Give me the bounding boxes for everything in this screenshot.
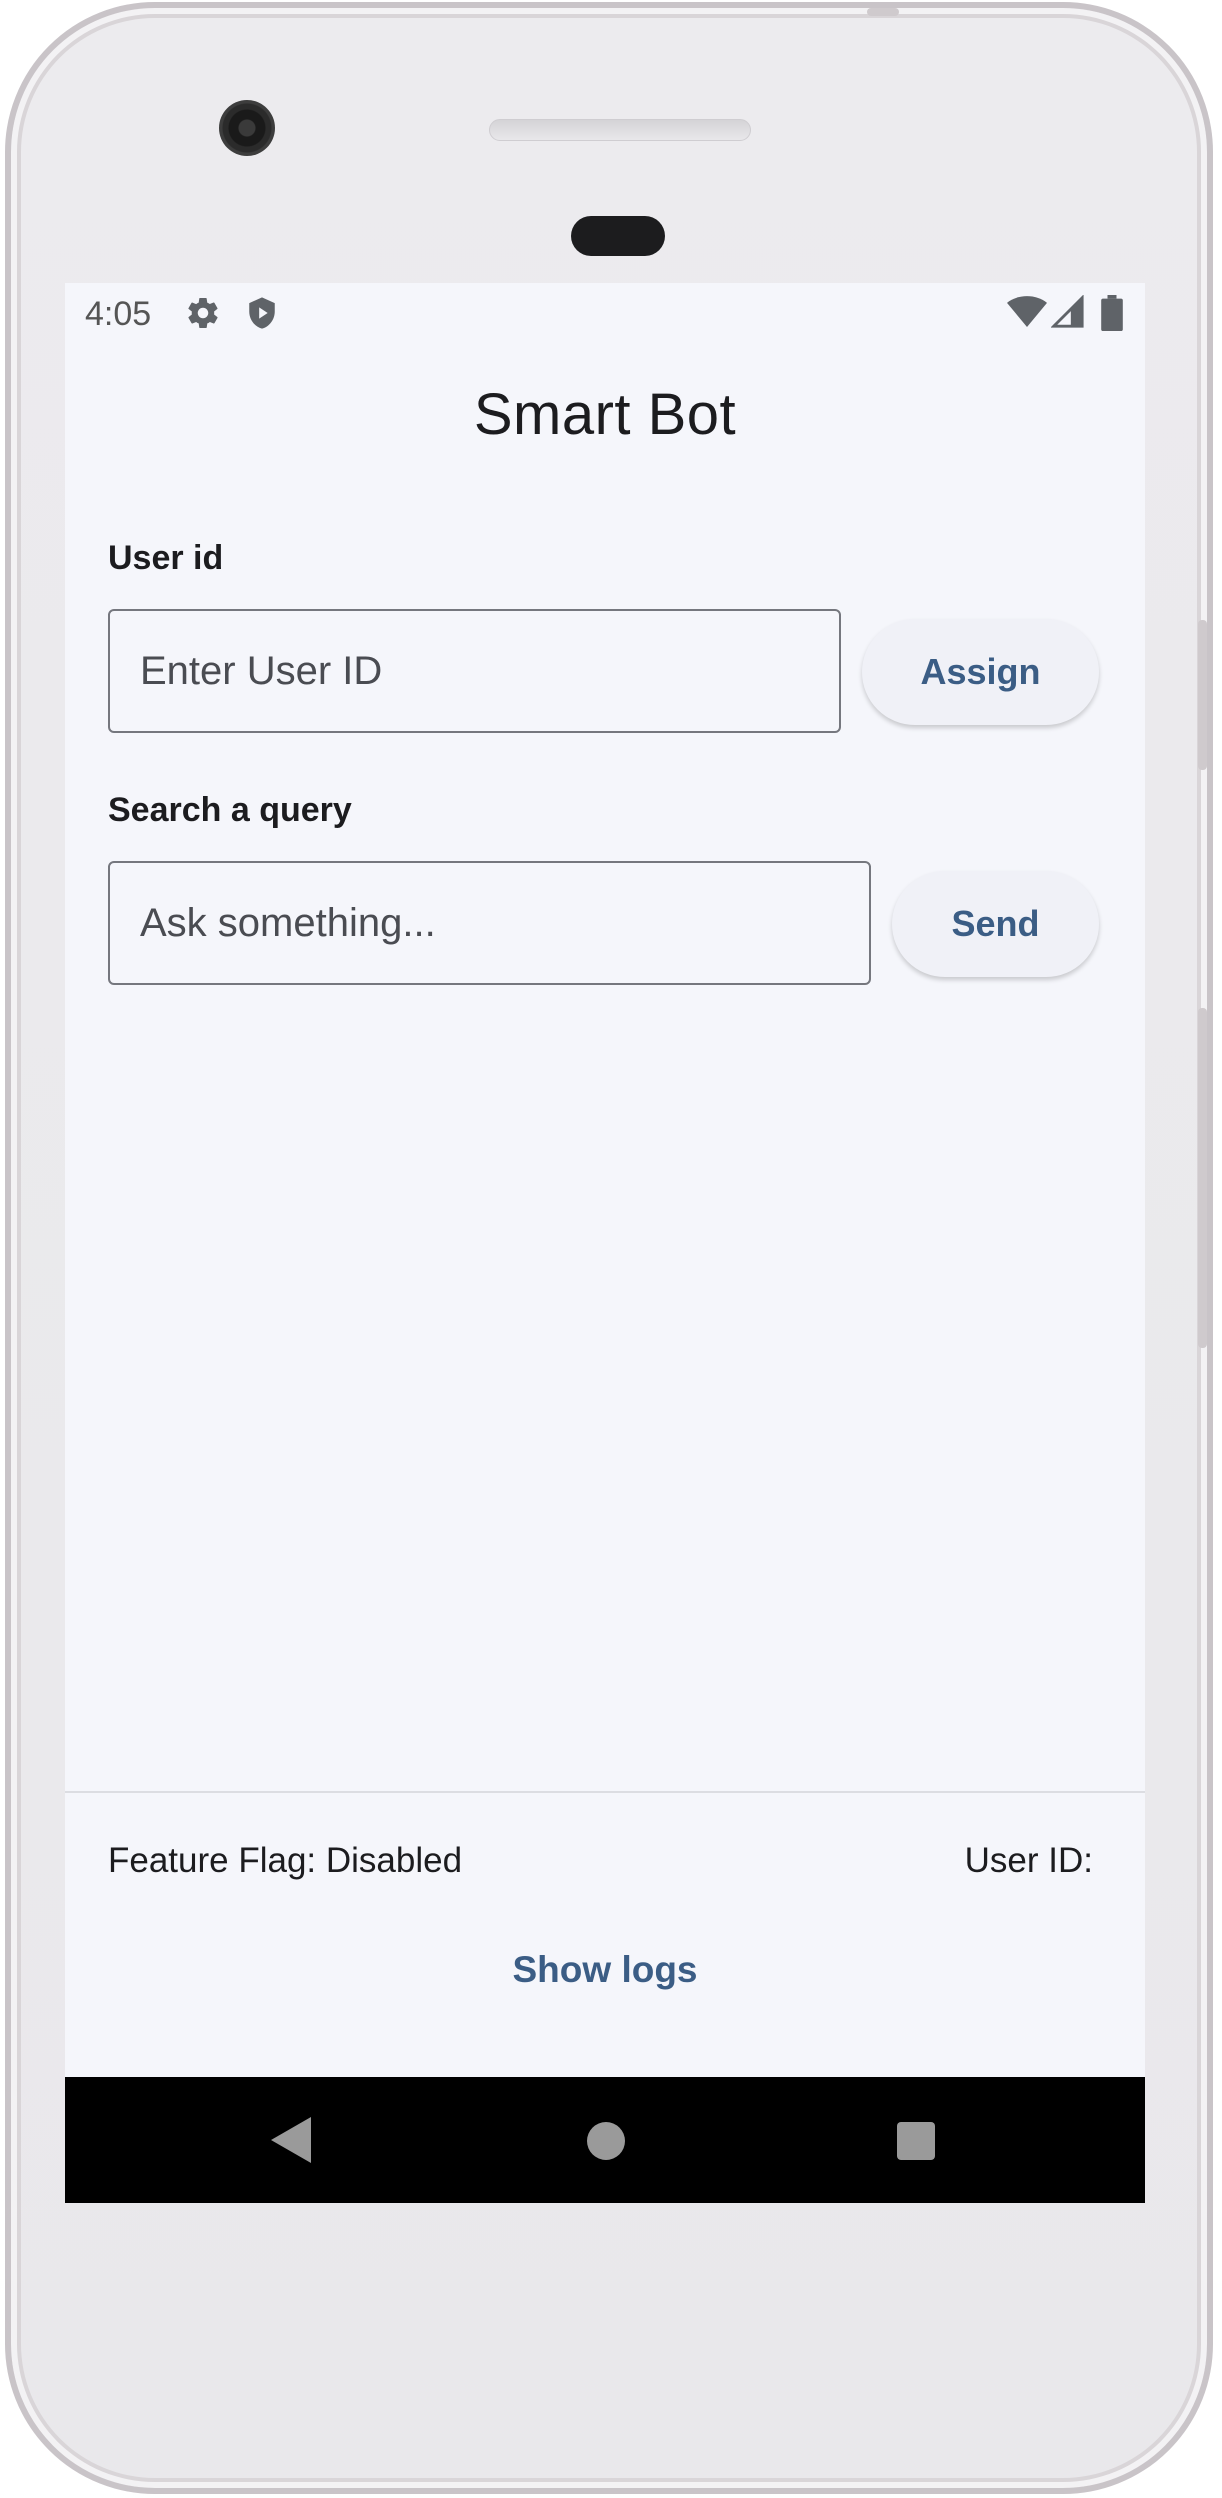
front-camera — [219, 100, 275, 156]
recents-icon[interactable] — [897, 2122, 935, 2160]
user-id-placeholder: Enter User ID — [140, 648, 383, 693]
footer-divider — [65, 1791, 1145, 1793]
status-bar: 4:05 — [65, 283, 1145, 349]
top-button — [867, 8, 899, 16]
feature-flag-status: Feature Flag: Disabled — [108, 1841, 463, 1880]
power-button — [1198, 620, 1207, 770]
volume-button — [1198, 1008, 1207, 1348]
home-icon[interactable] — [587, 2122, 625, 2160]
user-id-label: User id — [108, 539, 224, 577]
back-icon[interactable] — [271, 2117, 311, 2163]
signal-icon — [1051, 295, 1084, 328]
battery-icon — [1101, 295, 1123, 331]
status-time: 4:05 — [85, 295, 152, 333]
user-id-status: User ID: — [964, 1841, 1093, 1880]
proximity-sensor — [571, 216, 665, 256]
show-logs-button[interactable]: Show logs — [65, 1949, 1145, 1991]
gear-icon — [188, 298, 218, 329]
user-id-input[interactable]: Enter User ID — [108, 609, 841, 733]
app-title: Smart Bot — [473, 382, 737, 447]
navigation-bar — [65, 2077, 1145, 2203]
assign-button[interactable]: Assign — [862, 619, 1099, 725]
earpiece-speaker — [489, 119, 751, 141]
wifi-icon — [1007, 296, 1047, 327]
search-query-input[interactable]: Ask something... — [108, 861, 871, 985]
send-button[interactable]: Send — [892, 871, 1099, 977]
device-screen: 4:05 Smart Bot User id Enter User ID Ass… — [65, 283, 1145, 2203]
shield-icon — [249, 297, 275, 329]
search-query-placeholder: Ask something... — [140, 900, 436, 945]
search-query-label: Search a query — [108, 791, 352, 829]
